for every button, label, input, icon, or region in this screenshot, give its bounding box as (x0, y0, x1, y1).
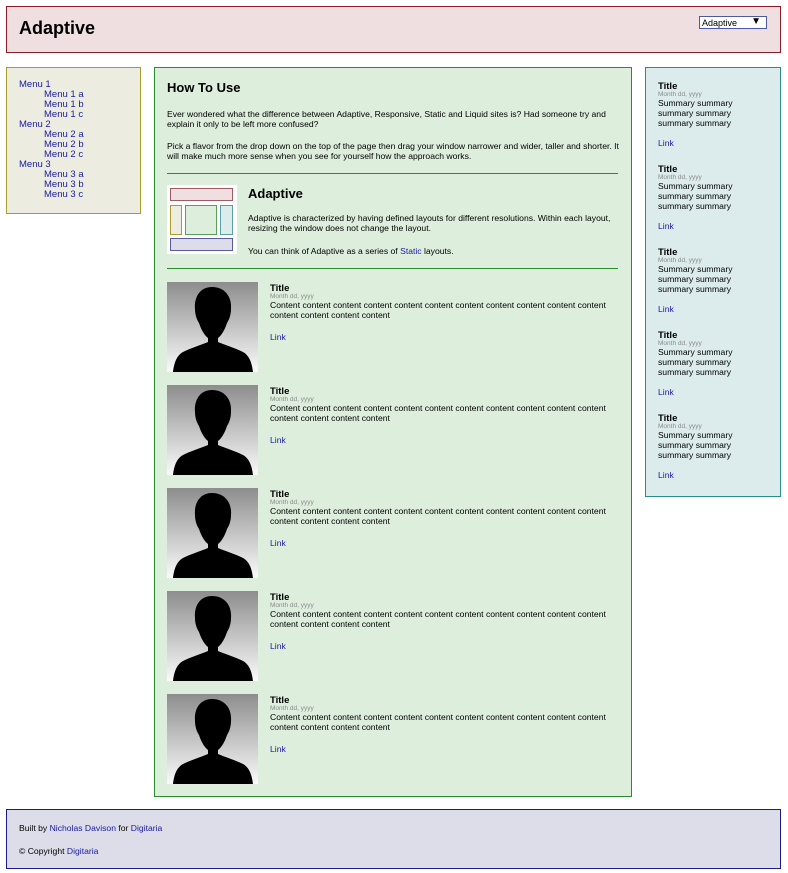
sidebar-item-summary: Summary summary summary summary summary … (658, 347, 733, 377)
entry-date: Month dd, yyyy (270, 499, 314, 506)
entry-link[interactable]: Link (270, 435, 286, 445)
site-footer: Built by Nicholas Davison for Digitaria … (6, 809, 781, 869)
content-entry: Title Month dd, yyyy Content content con… (167, 694, 618, 786)
entry-link[interactable]: Link (270, 538, 286, 548)
main-content: How To Use Ever wondered what the differ… (154, 67, 632, 797)
entry-body: Content content content content content … (270, 403, 606, 423)
adaptive-description: Adaptive is characterized by having defi… (248, 213, 611, 233)
entry-body: Content content content content content … (270, 609, 606, 629)
adaptive-layout-illustration (167, 185, 237, 254)
series-prefix: You can think of Adaptive as a series of (248, 246, 401, 256)
company-link[interactable]: Digitaria (131, 823, 163, 833)
entry-date: Month dd, yyyy (270, 396, 314, 403)
author-link[interactable]: Nicholas Davison (50, 823, 116, 833)
right-sidebar: Title Month dd, yyyy Summary summary sum… (645, 67, 781, 497)
flavor-select[interactable]: Adaptive ▼ (699, 16, 767, 29)
flavor-select-value: Adaptive (702, 18, 738, 28)
entry-date: Month dd, yyyy (270, 705, 314, 712)
footer-credits: Built by Nicholas Davison for Digitaria (19, 823, 162, 833)
sidebar-item-link[interactable]: Link (658, 387, 674, 397)
sidebar-item-summary: Summary summary summary summary summary … (658, 264, 733, 294)
static-link[interactable]: Static (400, 246, 422, 256)
divider (167, 173, 618, 174)
content-entry: Title Month dd, yyyy Content content con… (167, 282, 618, 374)
built-by-text: Built by (19, 823, 50, 833)
chevron-down-icon: ▼ (751, 16, 761, 27)
content-entry: Title Month dd, yyyy Content content con… (167, 385, 618, 477)
divider (167, 268, 618, 269)
howto-title: How To Use (167, 80, 241, 95)
howto-paragraph-1: Ever wondered what the difference betwee… (167, 109, 606, 129)
sidebar-item-date: Month dd, yyyy (658, 257, 702, 264)
sidebar-item-summary: Summary summary summary summary summary … (658, 181, 733, 211)
sidebar-item-date: Month dd, yyyy (658, 91, 702, 98)
copyright-company-link[interactable]: Digitaria (67, 846, 99, 856)
site-header: Adaptive Adaptive ▼ (6, 6, 781, 53)
left-menu: Menu 1 Menu 1 a Menu 1 b Menu 1 c Menu 2… (6, 67, 141, 214)
entry-body: Content content content content content … (270, 712, 606, 732)
person-silhouette-image (167, 694, 258, 784)
entry-body: Content content content content content … (270, 506, 606, 526)
series-suffix: layouts. (421, 246, 454, 256)
entry-date: Month dd, yyyy (270, 293, 314, 300)
entry-body: Content content content content content … (270, 300, 606, 320)
content-entry: Title Month dd, yyyy Content content con… (167, 488, 618, 580)
person-silhouette-image (167, 488, 258, 578)
sidebar-item-date: Month dd, yyyy (658, 423, 702, 430)
person-silhouette-image (167, 591, 258, 681)
person-silhouette-image (167, 282, 258, 372)
sidebar-item-link[interactable]: Link (658, 138, 674, 148)
entry-date: Month dd, yyyy (270, 602, 314, 609)
sidebar-item-link[interactable]: Link (658, 304, 674, 314)
site-title: Adaptive (19, 18, 96, 38)
adaptive-title: Adaptive (248, 186, 303, 201)
content-entry: Title Month dd, yyyy Content content con… (167, 591, 618, 683)
sidebar-item-summary: Summary summary summary summary summary … (658, 98, 733, 128)
entry-link[interactable]: Link (270, 641, 286, 651)
sidebar-item-link[interactable]: Link (658, 470, 674, 480)
menu-item-3c[interactable]: Menu 3 c (44, 190, 83, 200)
sidebar-item-link[interactable]: Link (658, 221, 674, 231)
sidebar-item-summary: Summary summary summary summary summary … (658, 430, 733, 460)
adaptive-series-text: You can think of Adaptive as a series of… (248, 246, 620, 256)
copyright-text: © Copyright (19, 846, 67, 856)
entry-link[interactable]: Link (270, 332, 286, 342)
entry-link[interactable]: Link (270, 744, 286, 754)
footer-copyright: © Copyright Digitaria (19, 846, 98, 856)
sidebar-item-date: Month dd, yyyy (658, 340, 702, 347)
for-text: for (115, 823, 131, 833)
person-silhouette-image (167, 385, 258, 475)
sidebar-item-date: Month dd, yyyy (658, 174, 702, 181)
howto-paragraph-2: Pick a flavor from the drop down on the … (167, 141, 619, 161)
